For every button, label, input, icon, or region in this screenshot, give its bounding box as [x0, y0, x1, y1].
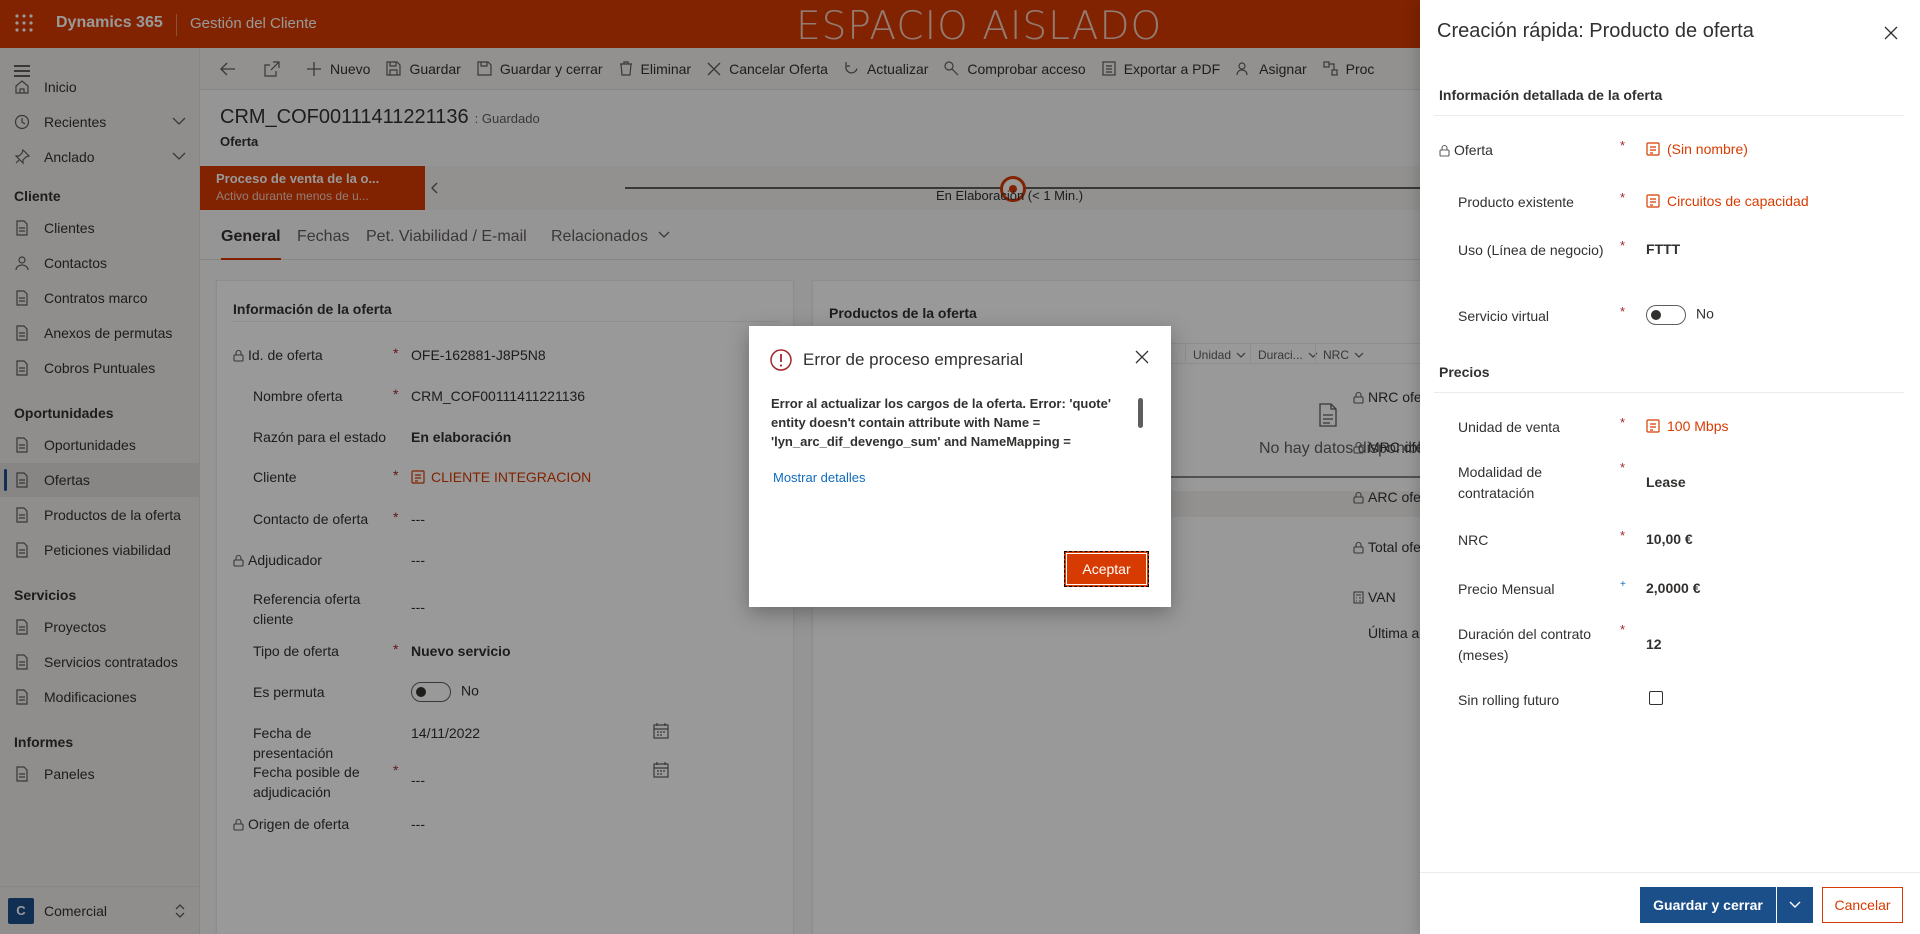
lookup-value[interactable]: (Sin nombre) — [1646, 141, 1748, 157]
field-value[interactable]: 10,00 € — [1646, 531, 1693, 547]
required-marker: * — [1620, 304, 1626, 319]
field-value[interactable]: 12 — [1646, 636, 1662, 652]
required-marker: * — [1620, 190, 1626, 205]
field-label: NRC — [1458, 532, 1489, 548]
field-label: Precio Mensual — [1458, 581, 1555, 597]
field-label: Sin rolling futuro — [1458, 692, 1560, 708]
checkbox-icon — [1649, 691, 1663, 705]
scrollbar[interactable] — [1138, 398, 1143, 428]
panel-title: Creación rápida: Producto de oferta — [1437, 20, 1754, 42]
toggle-switch[interactable]: No — [1646, 305, 1714, 325]
error-icon — [770, 349, 792, 371]
panel-footer: Guardar y cerrar Cancelar — [1420, 872, 1920, 934]
required-marker: * — [1620, 138, 1626, 153]
error-dialog: Error de proceso empresarial Error al ac… — [749, 326, 1171, 607]
field-label: Duración del contrato (meses) — [1458, 626, 1592, 663]
field-label: Uso (Línea de negocio) — [1458, 242, 1604, 258]
error-message: Error al actualizar los cargos de la ofe… — [771, 396, 1111, 449]
close-icon[interactable] — [1884, 26, 1898, 40]
field-value[interactable]: Lease — [1646, 474, 1686, 490]
cancel-button[interactable]: Cancelar — [1822, 887, 1903, 923]
chevron-down-icon — [1789, 901, 1801, 908]
required-marker: * — [1620, 238, 1626, 253]
divider — [1434, 392, 1904, 393]
field-value[interactable]: FTTT — [1646, 241, 1680, 257]
lookup-record-icon — [1646, 419, 1660, 433]
dialog-title: Error de proceso empresarial — [803, 350, 1024, 369]
divider — [1434, 115, 1904, 116]
lookup-value[interactable]: 100 Mbps — [1646, 418, 1728, 434]
checkbox[interactable] — [1649, 691, 1663, 708]
quick-create-panel: Creación rápida: Producto de oferta Info… — [1420, 0, 1920, 934]
lock-icon — [1439, 144, 1450, 157]
save-and-close-button[interactable]: Guardar y cerrar — [1640, 887, 1776, 923]
field-label: Servicio virtual — [1458, 308, 1550, 324]
required-marker: * — [1620, 460, 1626, 475]
section-title: Precios — [1439, 364, 1490, 380]
lookup-value[interactable]: Circuitos de capacidad — [1646, 193, 1809, 209]
show-details-link[interactable]: Mostrar detalles — [773, 470, 865, 485]
toggle-icon — [1646, 305, 1686, 325]
field-label: Modalidad de contratación — [1458, 464, 1543, 501]
required-marker: * — [1620, 528, 1626, 543]
save-options-button[interactable] — [1777, 887, 1813, 923]
field-label: Producto existente — [1458, 194, 1574, 210]
required-marker: * — [1620, 622, 1626, 637]
accept-button[interactable]: Aceptar — [1064, 551, 1149, 587]
close-icon[interactable] — [1135, 350, 1149, 364]
lookup-record-icon — [1646, 142, 1660, 156]
lookup-record-icon — [1646, 194, 1660, 208]
field-value[interactable]: 2,0000 € — [1646, 580, 1701, 596]
field-label: Oferta — [1439, 140, 1589, 161]
section-title: Información detallada de la oferta — [1439, 87, 1663, 103]
field-label: Unidad de venta — [1458, 419, 1560, 435]
dialog-header: Error de proceso empresarial — [769, 348, 1023, 372]
recommended-marker: + — [1620, 579, 1626, 590]
required-marker: * — [1620, 415, 1626, 430]
